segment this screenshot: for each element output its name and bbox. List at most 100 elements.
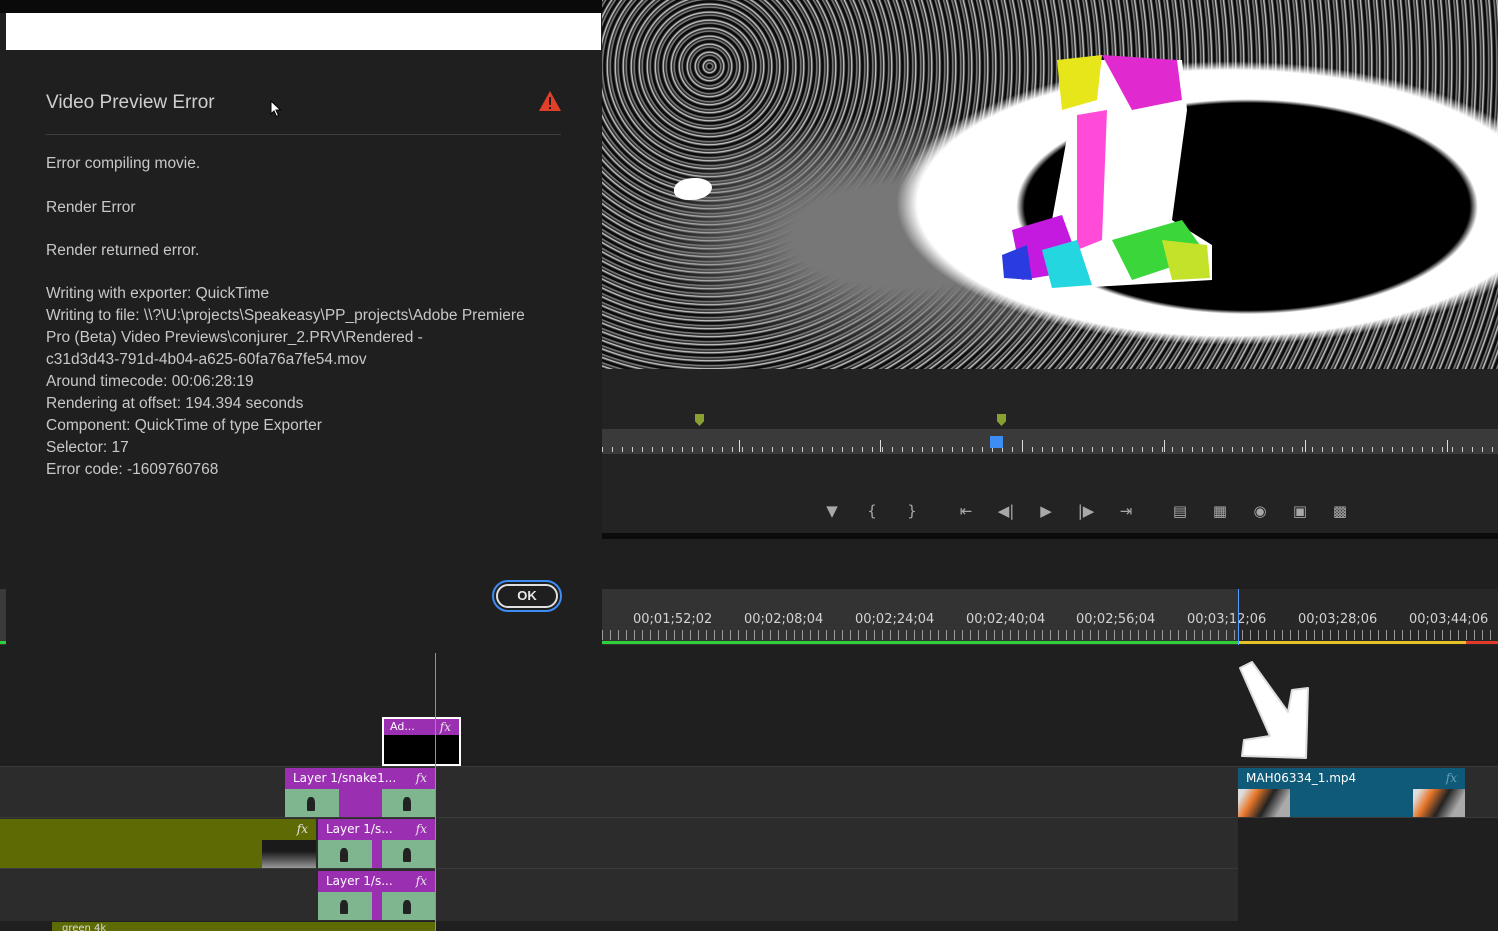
clip-olive[interactable]: fx — [0, 819, 316, 868]
mouse-cursor-icon — [270, 100, 282, 118]
timecode-label: 00;03;12;06 — [1187, 612, 1267, 627]
ruler-tick — [1022, 440, 1023, 452]
error-detail-line: Component: QuickTime of type Exporter — [46, 417, 322, 434]
clip-thumbnail — [318, 840, 372, 868]
clip-label: Layer 1/snake1... — [293, 771, 397, 785]
timecode-label: 00;02;56;04 — [1076, 612, 1156, 627]
timeline-ruler-ticks — [602, 630, 1498, 640]
timecode-label: 00;02;40;04 — [966, 612, 1046, 627]
sequence-end-marker — [1238, 589, 1239, 645]
error-detail-line: Writing to file: \\?\U:\projects\Speakea… — [46, 307, 525, 324]
clip-thumbnail — [382, 892, 435, 920]
go-to-in-icon[interactable]: ⇤ — [946, 498, 986, 524]
clip-thumbnail — [318, 892, 372, 920]
clip-label: green 4k — [62, 923, 107, 931]
video-preview-error-dialog: Video Preview Error Error compiling movi… — [6, 50, 601, 652]
play-icon[interactable]: ▶ — [1026, 498, 1066, 524]
error-detail-line: c31d3d43-791d-4b04-a625-60fa76a7fe54.mov — [46, 351, 367, 368]
fx-icon: fx — [1445, 771, 1457, 785]
program-monitor: ▼ { } ⇤ ◀| ▶ |▶ ⇥ ▤ ▦ ◉ ▣ ▩ — [602, 0, 1498, 536]
monitor-time-ruler[interactable] — [602, 429, 1498, 454]
clip-thumbnail — [382, 840, 435, 868]
go-to-out-icon[interactable]: ⇥ — [1106, 498, 1146, 524]
ruler-tick — [1447, 440, 1448, 452]
mark-out-icon[interactable]: } — [892, 498, 932, 524]
ruler-tick — [1305, 440, 1306, 452]
error-detail-line: Writing with exporter: QuickTime — [46, 285, 270, 302]
dialog-title: Video Preview Error — [46, 92, 215, 113]
clip-thumbnail — [1238, 789, 1290, 817]
transport-controls: ▼ { } ⇤ ◀| ▶ |▶ ⇥ ▤ ▦ ◉ ▣ ▩ — [812, 498, 1360, 524]
fx-icon: fx — [296, 822, 308, 836]
clip-header: Layer 1/s... fx — [318, 871, 435, 891]
clip-green-4k[interactable]: green 4k — [52, 922, 436, 931]
render-status-unrendered — [1238, 641, 1466, 644]
dialog-divider — [46, 134, 561, 135]
timecode-label: 00;01;52;02 — [633, 612, 713, 627]
comparison-view-icon[interactable]: ▣ — [1280, 498, 1320, 524]
ruler-tick — [880, 440, 881, 452]
clip-label: Layer 1/s... — [326, 822, 393, 836]
preview-highlight — [674, 178, 712, 200]
fx-icon: fx — [415, 822, 427, 836]
error-detail-line: Rendering at offset: 194.394 seconds — [46, 395, 304, 412]
panel-header-strip — [0, 0, 602, 13]
lift-icon[interactable]: ▤ — [1160, 498, 1200, 524]
marker-icon[interactable]: ▼ — [812, 498, 852, 524]
warning-icon — [539, 91, 561, 111]
track-empty-region — [1238, 818, 1498, 921]
clip-snake1[interactable]: Layer 1/snake1... fx — [285, 768, 435, 817]
error-details: Writing with exporter: QuickTime Writing… — [46, 283, 525, 481]
error-detail-line: Error code: -1609760768 — [46, 461, 219, 478]
marker-icon[interactable] — [695, 414, 704, 426]
mark-in-icon[interactable]: { — [852, 498, 892, 524]
clip-mah06334[interactable]: MAH06334_1.mp4 fx — [1238, 768, 1465, 817]
clip-header: MAH06334_1.mp4 fx — [1238, 768, 1465, 788]
extract-icon[interactable]: ▦ — [1200, 498, 1240, 524]
clip-header: Ad... fx — [384, 719, 459, 735]
dialog-titlebar[interactable] — [6, 13, 601, 50]
timeline-playhead[interactable] — [435, 653, 436, 931]
snake-figure-image — [1002, 55, 1212, 290]
marker-icon[interactable] — [997, 414, 1006, 426]
panel-divider[interactable] — [602, 533, 1498, 539]
clip-thumbnail — [262, 840, 316, 868]
clip-layer2[interactable]: Layer 1/s... fx — [318, 819, 435, 868]
adjustment-layer-clip[interactable]: Ad... fx — [382, 717, 461, 766]
ok-button[interactable]: OK — [492, 580, 562, 612]
ruler-tick — [739, 440, 740, 452]
step-back-icon[interactable]: ◀| — [986, 498, 1026, 524]
error-message: Render Error — [46, 199, 136, 216]
clip-label: Layer 1/s... — [326, 874, 393, 888]
render-status-needs-render — [1466, 641, 1498, 644]
error-detail-line: Pro (Beta) Video Previews\conjurer_2.PRV… — [46, 329, 423, 346]
clip-header: fx — [0, 819, 316, 839]
timecode-label: 00;02;24;04 — [855, 612, 935, 627]
timecode-label: 00;02;08;04 — [744, 612, 824, 627]
error-message: Render returned error. — [46, 242, 200, 259]
monitor-playhead[interactable] — [990, 436, 1003, 448]
export-frame-icon[interactable]: ◉ — [1240, 498, 1280, 524]
video-preview-frame — [602, 0, 1498, 369]
ok-button-label: OK — [496, 584, 558, 608]
clip-header: Layer 1/s... fx — [318, 819, 435, 839]
clip-thumbnail — [382, 789, 435, 817]
clip-label: MAH06334_1.mp4 — [1246, 771, 1357, 785]
error-message: Error compiling movie. — [46, 155, 201, 172]
clip-header: Layer 1/snake1... fx — [285, 768, 435, 788]
clip-label: Ad... — [390, 720, 415, 733]
fx-icon: fx — [415, 874, 427, 888]
step-forward-icon[interactable]: |▶ — [1066, 498, 1106, 524]
fx-icon: fx — [415, 771, 427, 785]
clip-thumbnail — [285, 789, 339, 817]
timecode-label: 00;03;28;06 — [1298, 612, 1378, 627]
marker-lane — [602, 369, 1498, 429]
timecode-label: 00;03;44;06 — [1409, 612, 1489, 627]
error-detail-line: Selector: 17 — [46, 439, 129, 456]
clip-layer3[interactable]: Layer 1/s... fx — [318, 871, 435, 920]
ruler-tick — [1164, 440, 1165, 452]
proxy-toggle-icon[interactable]: ▩ — [1320, 498, 1360, 524]
render-status-rendered — [602, 641, 1238, 644]
clip-thumbnail — [1413, 789, 1465, 817]
error-detail-line: Around timecode: 00:06:28:19 — [46, 373, 254, 390]
